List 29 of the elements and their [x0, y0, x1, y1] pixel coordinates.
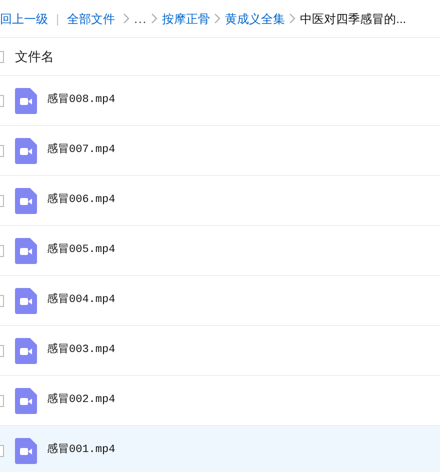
chevron-right-icon — [151, 13, 158, 24]
chevron-right-icon — [123, 13, 130, 24]
breadcrumb-ellipsis[interactable]: ... — [134, 10, 148, 28]
file-name[interactable]: 感冒001.mp4 — [47, 442, 116, 459]
video-file-icon — [15, 288, 37, 314]
breadcrumb-link[interactable]: 全部文件 — [67, 10, 116, 28]
chevron-right-icon — [289, 13, 296, 24]
video-file-icon — [15, 388, 37, 414]
video-file-icon — [15, 138, 37, 164]
file-name[interactable]: 感冒006.mp4 — [47, 192, 116, 209]
separator: | — [56, 10, 60, 28]
file-name[interactable]: 感冒005.mp4 — [47, 242, 116, 259]
current-folder: 中医对四季感冒的... — [300, 10, 406, 28]
breadcrumb-link[interactable]: 按摩正骨 — [162, 10, 210, 28]
file-row[interactable]: 感冒001.mp4 — [0, 426, 440, 472]
file-name[interactable]: 感冒008.mp4 — [47, 92, 116, 109]
breadcrumb-link[interactable]: 黄成义全集 — [225, 10, 286, 28]
video-file-icon — [15, 238, 37, 264]
video-file-icon — [15, 438, 37, 464]
video-file-icon — [15, 188, 37, 214]
file-name[interactable]: 感冒002.mp4 — [47, 392, 116, 409]
video-file-icon — [15, 88, 37, 114]
file-name[interactable]: 感冒007.mp4 — [47, 142, 116, 159]
back-link[interactable]: 回上一级 — [0, 10, 48, 28]
column-header: 文件名 — [15, 48, 54, 66]
file-name[interactable]: 感冒003.mp4 — [47, 342, 116, 359]
file-name[interactable]: 感冒004.mp4 — [47, 292, 116, 309]
video-file-icon — [15, 338, 37, 364]
chevron-right-icon — [214, 13, 222, 24]
